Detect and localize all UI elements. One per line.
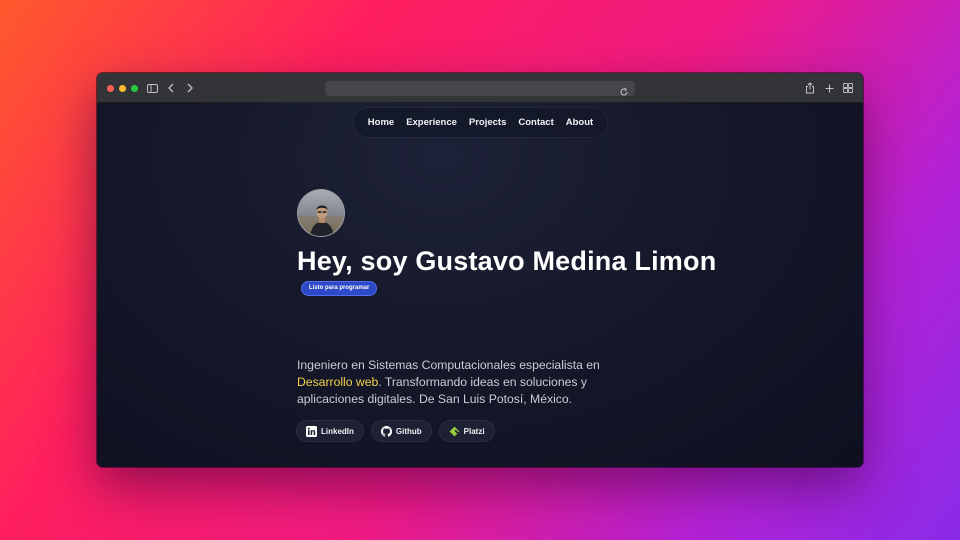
hero-bio: Ingeniero en Sistemas Computacionales es… xyxy=(297,357,627,408)
main-nav: Home Experience Projects Contact About xyxy=(354,108,607,137)
status-badge: Listo para programar xyxy=(301,281,378,297)
nav-home[interactable]: Home xyxy=(368,117,394,128)
avatar xyxy=(297,189,345,237)
close-window-button[interactable] xyxy=(107,85,114,92)
browser-titlebar xyxy=(97,73,863,103)
chevron-right-icon[interactable] xyxy=(184,82,196,94)
github-icon xyxy=(380,425,392,437)
browser-window: Home Experience Projects Contact About H… xyxy=(97,73,863,467)
bio-text-start: Ingeniero en Sistemas Computacionales es… xyxy=(297,358,600,372)
share-icon[interactable] xyxy=(804,82,816,94)
tab-overview-icon[interactable] xyxy=(842,82,854,94)
hero-title: Hey, soy Gustavo Medina Limon Listo para … xyxy=(297,247,717,305)
linkedin-button[interactable]: LinkedIn xyxy=(296,420,364,442)
page-content: Home Experience Projects Contact About H… xyxy=(97,103,863,467)
chevron-left-icon[interactable] xyxy=(165,82,177,94)
nav-projects[interactable]: Projects xyxy=(469,117,507,128)
social-links: LinkedIn Github Platzi xyxy=(296,420,495,442)
nav-experience[interactable]: Experience xyxy=(406,117,457,128)
nav-about[interactable]: About xyxy=(566,117,593,128)
reload-icon[interactable] xyxy=(619,82,631,96)
platzi-icon xyxy=(449,426,460,437)
bio-highlight: Desarrollo web xyxy=(297,375,379,389)
minimize-window-button[interactable] xyxy=(119,85,126,92)
zoom-window-button[interactable] xyxy=(131,85,138,92)
address-bar[interactable] xyxy=(325,81,635,96)
nav-contact[interactable]: Contact xyxy=(518,117,553,128)
linkedin-icon xyxy=(306,425,317,437)
traffic-lights xyxy=(107,85,138,92)
platzi-label: Platzi xyxy=(463,426,485,436)
plus-icon[interactable] xyxy=(823,82,835,94)
github-label: Github xyxy=(395,426,422,436)
platzi-button[interactable]: Platzi xyxy=(438,420,495,442)
sidebar-icon[interactable] xyxy=(146,82,158,94)
linkedin-label: LinkedIn xyxy=(321,426,354,436)
github-button[interactable]: Github xyxy=(370,420,432,442)
hero-title-text: Hey, soy Gustavo Medina Limon xyxy=(297,246,717,276)
